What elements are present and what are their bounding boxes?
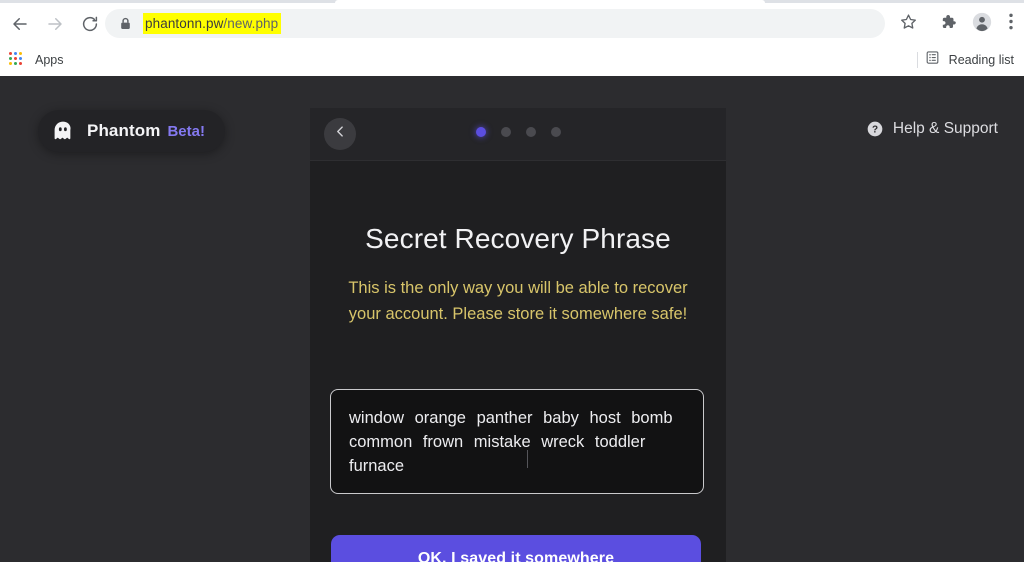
address-bar-url: phantonn.pw/new.php: [143, 13, 282, 34]
extensions-puzzle-icon: [939, 13, 957, 36]
seed-phrase-words: window orange panther baby host bomb com…: [349, 409, 673, 475]
chrome-menu-button[interactable]: [1004, 12, 1018, 36]
url-path: /new.php: [223, 16, 279, 31]
step-dot-1[interactable]: [475, 127, 486, 137]
apps-grid-icon: [9, 52, 25, 68]
arrow-left-icon: [11, 15, 29, 33]
help-support-link[interactable]: ? Help & Support: [867, 120, 998, 138]
apps-shortcut[interactable]: Apps: [8, 48, 64, 72]
bookmark-star-icon: [900, 13, 917, 35]
step-dot-4[interactable]: [550, 127, 561, 137]
forward-button[interactable]: [42, 11, 68, 37]
browser-toolbar: phantonn.pw/new.php: [0, 3, 1024, 44]
reload-icon: [81, 15, 99, 33]
address-bar[interactable]: phantonn.pw/new.php: [105, 9, 885, 38]
ok-saved-button[interactable]: OK, I saved it somewhere: [331, 535, 701, 562]
reading-list-label: Reading list: [948, 53, 1014, 67]
lock-icon: [118, 17, 132, 31]
brand-name: Phantom: [87, 121, 161, 140]
bookmarks-bar: Apps Reading list: [0, 44, 1024, 77]
text-cursor: [527, 450, 528, 468]
step-dot-3[interactable]: [525, 127, 536, 137]
apps-label: Apps: [35, 53, 64, 67]
page-content: Phantom Beta! ? Help & Support Secret Re…: [0, 76, 1024, 562]
help-support-label: Help & Support: [892, 120, 998, 137]
chrome-menu-icon: [1009, 13, 1013, 35]
phantom-brand-pill[interactable]: Phantom Beta!: [38, 110, 225, 152]
svg-text:?: ?: [872, 124, 878, 135]
warning-text: This is the only way you will be able to…: [348, 279, 688, 323]
step-indicator: [310, 127, 726, 137]
page-title: Secret Recovery Phrase: [365, 223, 671, 254]
back-button[interactable]: [7, 11, 33, 37]
screenshot-root: phantonn.pw/new.php Apps Reading list Ph…: [0, 0, 1024, 562]
reading-list-icon: [925, 50, 940, 70]
url-host: phantonn.pw: [145, 16, 224, 31]
phantom-ghost-icon: [50, 118, 76, 144]
seed-phrase-box[interactable]: window orange panther baby host bomb com…: [330, 389, 704, 494]
bookmark-star-button[interactable]: [896, 12, 920, 36]
profile-avatar-icon: [972, 12, 992, 37]
browser-chrome: phantonn.pw/new.php Apps Reading list: [0, 0, 1024, 77]
reload-button[interactable]: [77, 11, 103, 37]
profile-button[interactable]: [970, 12, 994, 36]
brand-beta-badge: Beta!: [167, 122, 205, 140]
extensions-button[interactable]: [936, 12, 960, 36]
card-body: Secret Recovery Phrase This is the only …: [310, 161, 726, 562]
reading-list-button[interactable]: Reading list: [919, 48, 1020, 72]
help-question-icon: ?: [867, 121, 883, 137]
arrow-right-icon: [46, 15, 64, 33]
card-header: [310, 108, 726, 161]
phantom-onboarding-card: Secret Recovery Phrase This is the only …: [310, 108, 726, 562]
step-dot-2[interactable]: [500, 127, 511, 137]
